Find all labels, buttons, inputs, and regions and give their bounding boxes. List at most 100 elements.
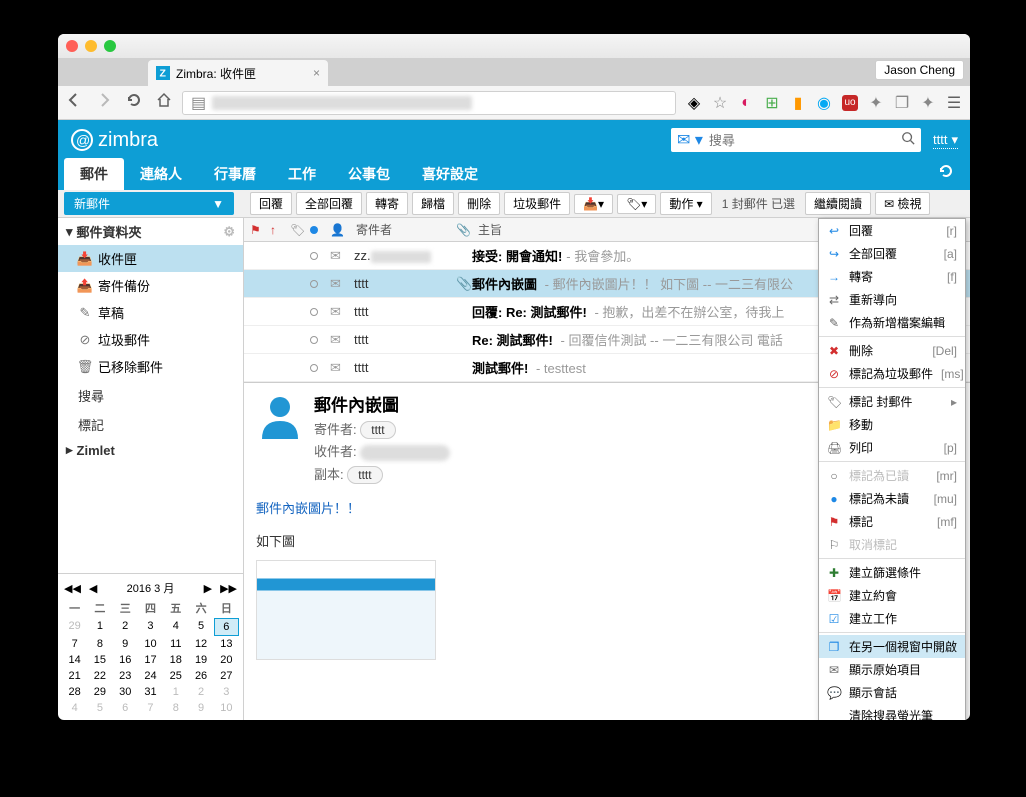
cal-day[interactable]: 26 [188,668,213,684]
from-chip[interactable]: tttt [360,421,395,439]
cal-day[interactable]: 4 [62,700,87,716]
user-menu[interactable]: tttt ▾ [933,132,958,149]
tag-button[interactable]: 🏷▾ [617,194,656,214]
star-icon[interactable]: ☆ [712,95,728,111]
cal-day[interactable]: 31 [138,684,163,700]
folders-header[interactable]: ▾ 郵件資料夾 ⚙ [58,218,243,245]
context-menu-item[interactable]: 📁移動 [819,413,965,436]
main-tab[interactable]: 工作 [272,158,332,190]
ublock-icon[interactable]: uo [842,95,858,111]
context-menu-item[interactable]: ↩回覆[r] [819,219,965,242]
cal-day[interactable]: 7 [138,700,163,716]
context-menu-item[interactable]: 🏷標記 封郵件▸ [819,390,965,413]
cal-day[interactable]: 29 [62,618,87,636]
context-menu-item[interactable]: 清除搜尋螢光筆 [819,704,965,720]
view-button[interactable]: ✉ 檢視 [875,192,930,215]
delete-button[interactable]: 刪除 [458,192,500,215]
cal-day[interactable]: 24 [138,668,163,684]
url-bar[interactable]: ▤ [182,91,676,115]
main-tab[interactable]: 公事包 [332,158,406,190]
cal-day[interactable]: 6 [113,700,138,716]
search-icon[interactable] [901,131,915,150]
close-window-button[interactable] [66,40,78,52]
site-info-icon[interactable]: ▤ [191,93,206,113]
cal-next-month[interactable]: ▶ [204,582,212,595]
close-tab-icon[interactable]: × [313,66,320,80]
cal-day[interactable]: 30 [113,684,138,700]
context-menu-item[interactable]: →轉寄[f] [819,265,965,288]
reply-button[interactable]: 回覆 [250,192,292,215]
cal-day[interactable]: 3 [214,684,239,700]
ext-icon-4[interactable]: ◉ [816,95,832,111]
context-menu-item[interactable]: ☑建立工作 [819,607,965,630]
cal-day[interactable]: 4 [163,618,188,636]
ext-icon-2[interactable]: ⊞ [764,95,780,111]
spam-button[interactable]: 垃圾郵件 [504,192,570,215]
cal-day[interactable]: 9 [188,700,213,716]
cal-day[interactable]: 16 [113,652,138,668]
cal-day[interactable]: 5 [188,618,213,636]
cal-day[interactable]: 8 [87,636,112,652]
cal-day[interactable]: 14 [62,652,87,668]
ext-icon-5[interactable]: ✦ [868,95,884,111]
main-tab[interactable]: 郵件 [64,158,124,190]
cal-day[interactable]: 10 [138,636,163,652]
cal-day[interactable]: 25 [163,668,188,684]
cal-day[interactable]: 27 [214,668,239,684]
archive-button[interactable]: 歸檔 [412,192,454,215]
zimbra-logo[interactable]: @ zimbra [70,128,158,152]
cc-chip[interactable]: tttt [347,466,382,484]
cal-day[interactable]: 20 [214,652,239,668]
cal-day[interactable]: 2 [113,618,138,636]
flag-column-icon[interactable]: ⚑ [244,223,264,237]
context-menu-item[interactable]: ⚑標記[mf] [819,510,965,533]
mail-scope-icon[interactable]: ✉ ▾ [677,130,703,150]
to-chip[interactable] [360,445,450,461]
cal-day[interactable]: 1 [87,618,112,636]
cal-day[interactable]: 1 [163,684,188,700]
from-icon-column[interactable]: 👤 [324,223,350,237]
cal-day[interactable]: 17 [138,652,163,668]
main-tab[interactable]: 行事曆 [198,158,272,190]
new-mail-button[interactable]: 新郵件 ▼ [64,192,234,215]
cal-day[interactable]: 15 [87,652,112,668]
tags-section[interactable]: 標記 [58,409,243,438]
cal-prev-year[interactable]: ◀◀ [64,582,81,595]
back-button[interactable] [66,92,82,113]
read-column-icon[interactable] [304,223,324,237]
search-input[interactable] [703,133,901,148]
context-menu-item[interactable]: ✚建立篩選條件 [819,561,965,584]
browser-tab[interactable]: Z Zimbra: 收件匣 × [148,60,328,86]
cal-day[interactable]: 19 [188,652,213,668]
cal-day[interactable]: 9 [113,636,138,652]
context-menu-item[interactable]: 🖨列印[p] [819,436,965,459]
ext-icon-7[interactable]: ✦ [920,95,936,111]
tag-column-icon[interactable]: 🏷 [284,223,304,237]
continue-reading-button[interactable]: 繼續閱讀 [805,192,871,215]
context-menu-item[interactable]: ❐在另一個視窗中開啟 [819,635,965,658]
context-menu-item[interactable]: ✎作為新增檔案編輯 [819,311,965,334]
maximize-window-button[interactable] [104,40,116,52]
gear-icon[interactable]: ⚙ [223,224,235,240]
cal-day[interactable]: 23 [113,668,138,684]
context-menu-item[interactable]: ⇄重新導向 [819,288,965,311]
search-box[interactable]: ✉ ▾ [671,128,921,152]
context-menu-item[interactable]: 💬顯示會話 [819,681,965,704]
forward-button[interactable] [96,92,112,113]
context-menu-item[interactable]: ✖刪除[Del] [819,339,965,362]
zimlet-section[interactable]: ▸ Zimlet [58,438,243,462]
cal-day[interactable]: 10 [214,700,239,716]
browser-profile-badge[interactable]: Jason Cheng [875,60,964,80]
actions-button[interactable]: 動作 ▾ [660,192,711,215]
minimize-window-button[interactable] [85,40,97,52]
context-menu-item[interactable]: ✉顯示原始項目 [819,658,965,681]
sidebar-folder[interactable]: ✎草稿 [58,299,243,326]
context-menu-item[interactable]: ⊘標記為垃圾郵件[ms] [819,362,965,385]
cal-day[interactable]: 21 [62,668,87,684]
cal-day[interactable]: 29 [87,684,112,700]
forward-button[interactable]: 轉寄 [366,192,408,215]
ext-icon-6[interactable]: ❐ [894,95,910,111]
cal-day[interactable]: 5 [87,700,112,716]
reply-all-button[interactable]: 全部回覆 [296,192,362,215]
cal-prev-month[interactable]: ◀ [89,582,97,595]
